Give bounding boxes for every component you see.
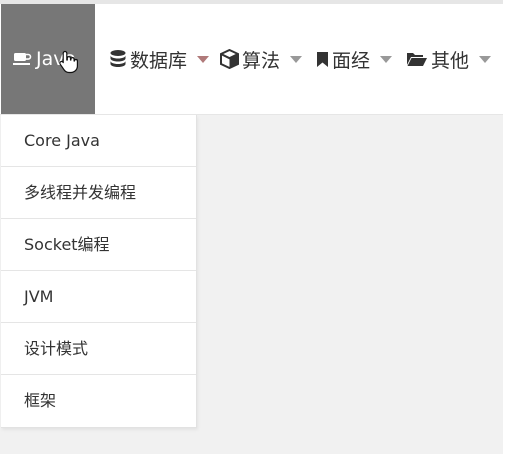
nav-item-algorithm[interactable]: 算法 [220, 4, 303, 114]
dropdown-item-frameworks[interactable]: 框架 [1, 375, 196, 427]
nav-label-database: 数据库 [130, 49, 188, 72]
page: Java 数据库 算法 面经 其他 Core Java 多线程并发编程 Sock… [0, 0, 515, 465]
nav-label-interview: 面经 [332, 49, 371, 72]
java-dropdown-menu: Core Java 多线程并发编程 Socket编程 JVM 设计模式 框架 [1, 115, 197, 428]
nav-label-other: 其他 [431, 49, 470, 72]
nav-item-database[interactable]: 数据库 [109, 4, 210, 114]
nav-label-algorithm: 算法 [242, 49, 281, 72]
dropdown-item-jvm[interactable]: JVM [1, 271, 196, 323]
chevron-down-icon [380, 55, 393, 63]
cube-icon [220, 49, 239, 69]
nav-item-interview[interactable]: 面经 [316, 4, 393, 114]
coffee-cup-icon [13, 51, 33, 67]
database-icon [109, 49, 127, 69]
hand-cursor-icon [59, 50, 79, 78]
dropdown-item-socket[interactable]: Socket编程 [1, 219, 196, 271]
nav-item-java[interactable]: Java [1, 4, 95, 114]
dropdown-item-core-java[interactable]: Core Java [1, 115, 196, 167]
nav-item-other[interactable]: 其他 [406, 4, 492, 114]
dropdown-item-design-patterns[interactable]: 设计模式 [1, 323, 196, 375]
chevron-down-icon [479, 55, 492, 63]
folder-open-icon [406, 51, 428, 67]
chevron-down-icon [290, 55, 303, 63]
chevron-down-icon [197, 55, 210, 63]
dropdown-item-concurrency[interactable]: 多线程并发编程 [1, 167, 196, 219]
bookmark-icon [316, 51, 329, 68]
